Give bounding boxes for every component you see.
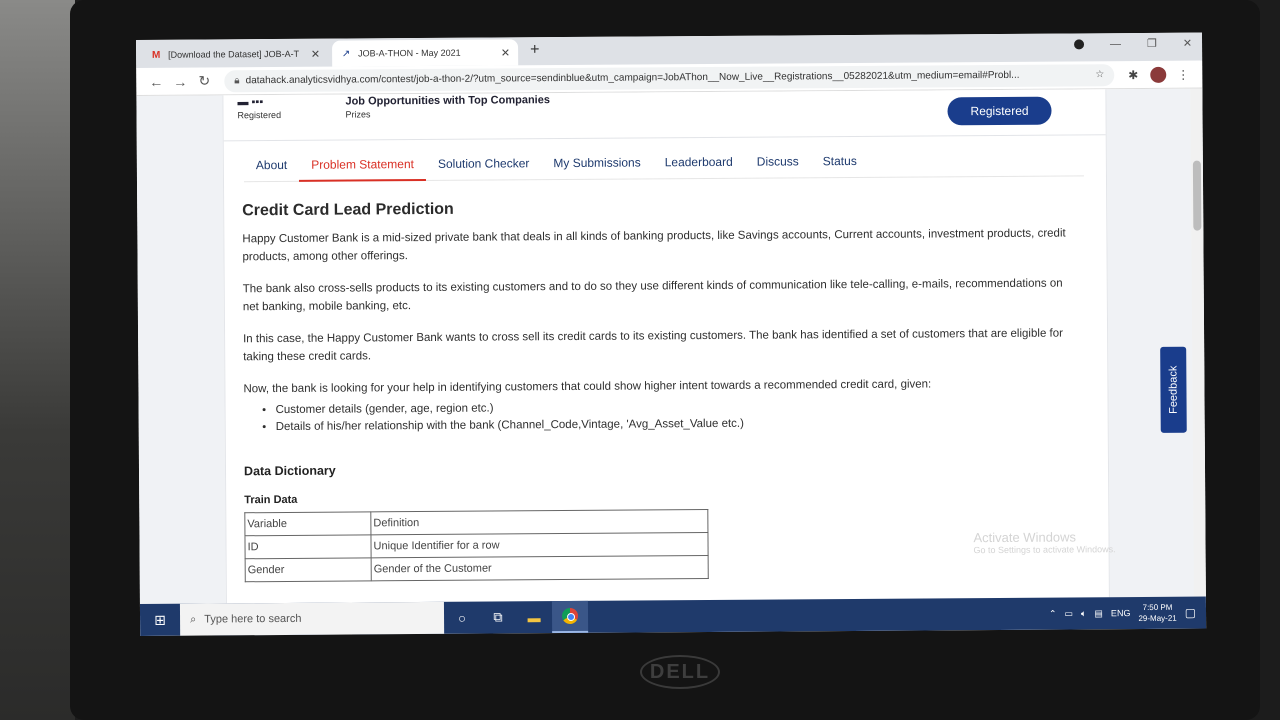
watermark-line2: Go to Settings to activate Windows. <box>973 544 1116 556</box>
browser-tab-gmail[interactable]: M [Download the Dataset] JOB-A-T ✕ <box>142 41 328 68</box>
requirements-list: Customer details (gender, age, region et… <box>276 396 1074 436</box>
bookmark-star-icon[interactable]: ☆ <box>1095 69 1104 80</box>
show-hidden-icons-icon[interactable]: ⌃ <box>1049 608 1057 619</box>
reload-icon[interactable]: ↻ <box>192 72 216 89</box>
table-row: ID Unique Identifier for a row <box>244 532 709 559</box>
stat-prizes-label: Prizes <box>345 109 371 120</box>
stat-registered-label: Registered <box>237 109 282 121</box>
table-cell: Gender of the Customer <box>371 555 709 581</box>
tab-problem-statement[interactable]: Problem Statement <box>299 150 427 182</box>
gmail-icon: M <box>151 49 161 61</box>
watermark-line1: Activate Windows <box>973 529 1077 546</box>
lock-icon: 🔒︎ <box>234 75 240 87</box>
battery-icon[interactable]: ▭ <box>1064 608 1073 619</box>
registered-button[interactable]: Registered <box>947 96 1052 126</box>
paragraph-case: In this case, the Happy Customer Bank wa… <box>243 327 1063 364</box>
network-icon[interactable]: ▤ <box>1094 608 1103 619</box>
record-icon[interactable] <box>1073 38 1084 49</box>
search-icon: ⌕ <box>190 613 197 626</box>
taskbar-search-placeholder: Type here to search <box>204 612 302 626</box>
chrome-taskbar-button[interactable] <box>551 600 589 634</box>
table-cell: ID <box>244 534 372 559</box>
contest-nav-tabs: About Problem Statement Solution Checker… <box>243 146 1084 183</box>
page-title: Credit Card Lead Prediction <box>242 200 454 220</box>
contest-card: ▬ ▪▪▪ Registered Job Opportunities with … <box>222 88 1110 604</box>
tab-my-submissions[interactable]: My Submissions <box>541 149 653 180</box>
back-icon[interactable]: ← <box>144 73 168 89</box>
activate-windows-watermark: Activate Windows Go to Settings to activ… <box>973 529 1115 555</box>
stat-prizes: Job Opportunities with Top Companies Pri… <box>345 94 550 119</box>
stat-registered: ▬ ▪▪▪ Registered <box>237 96 281 120</box>
close-tab-icon[interactable]: ✕ <box>311 47 320 60</box>
notification-icon[interactable]: ▢ <box>1185 606 1196 620</box>
stat-registered-value: ▬ ▪▪▪ <box>237 96 264 109</box>
restore-icon[interactable]: ❐ <box>1147 37 1157 50</box>
dell-logo: DELL <box>640 655 720 689</box>
browser-tab-title: [Download the Dataset] JOB-A-T <box>168 48 300 60</box>
contest-stats: ▬ ▪▪▪ Registered Job Opportunities with … <box>237 90 1097 136</box>
browser-tab-jobathon[interactable]: ↗ JOB-A-THON - May 2021 ✕ <box>332 39 519 67</box>
tab-leaderboard[interactable]: Leaderboard <box>653 149 745 180</box>
windows-start-icon[interactable]: ⊞ <box>140 604 180 636</box>
feedback-label: Feedback <box>1167 365 1180 414</box>
minimize-icon[interactable]: — <box>1110 38 1121 50</box>
forward-icon[interactable]: → <box>168 73 192 89</box>
clock-date: 29-May-21 <box>1138 613 1177 624</box>
data-dictionary-table: Variable Definition ID Unique Identifier… <box>244 509 709 582</box>
paragraph-intro: Happy Customer Bank is a mid-sized priva… <box>242 227 1066 264</box>
problem-statement-content: Credit Card Lead Prediction Happy Custom… <box>242 196 1075 582</box>
table-cell: Gender <box>245 557 372 582</box>
address-bar[interactable]: 🔒︎ datahack.analyticsvidhya.com/contest/… <box>224 63 1115 92</box>
profile-avatar[interactable] <box>1150 66 1167 83</box>
volume-icon[interactable]: 🔈︎ <box>1081 608 1086 619</box>
stat-prizes-value: Job Opportunities with Top Companies <box>345 94 550 108</box>
data-dictionary-heading: Data Dictionary <box>243 463 336 479</box>
clock-time: 7:50 PM <box>1142 602 1173 612</box>
feedback-button[interactable]: Feedback <box>1160 346 1187 433</box>
tab-status[interactable]: Status <box>811 148 869 178</box>
table-cell: Definition <box>370 509 708 535</box>
close-window-icon[interactable]: ✕ <box>1183 37 1192 50</box>
scrollbar-thumb[interactable] <box>1192 160 1202 231</box>
tab-solution-checker[interactable]: Solution Checker <box>426 150 542 181</box>
laptop-screen: M [Download the Dataset] JOB-A-T ✕ ↗ JOB… <box>136 32 1207 636</box>
cortana-icon[interactable]: ○ <box>444 602 480 634</box>
tab-discuss[interactable]: Discuss <box>745 148 811 178</box>
menu-kebab-icon[interactable]: ⋮ <box>1172 67 1194 81</box>
file-explorer-icon[interactable]: ▬ <box>516 601 552 633</box>
new-tab-icon[interactable]: + <box>530 41 539 59</box>
task-view-icon[interactable]: ⧉ <box>480 601 516 633</box>
tab-about[interactable]: About <box>244 152 300 182</box>
extensions-icon[interactable]: ✱ <box>1122 67 1144 82</box>
paragraph-task: Now, the bank is looking for your help i… <box>243 378 932 396</box>
system-tray: ⌃ ▭ 🔈︎ ▤ ENG 7:50 PM 29-May-21 ▢ <box>1049 602 1206 625</box>
chrome-icon <box>561 607 579 625</box>
paragraph-cross-sell: The bank also cross-sells products to it… <box>242 277 1063 314</box>
close-tab-icon[interactable]: ✕ <box>501 46 510 59</box>
desk-background <box>0 0 75 720</box>
table-cell: Unique Identifier for a row <box>370 532 709 558</box>
table-cell: Variable <box>244 511 371 536</box>
train-data-heading: Train Data <box>244 493 298 507</box>
clock[interactable]: 7:50 PM 29-May-21 <box>1138 602 1176 624</box>
url-text: datahack.analyticsvidhya.com/contest/job… <box>245 69 1020 87</box>
browser-tab-title: JOB-A-THON - May 2021 <box>358 47 461 59</box>
analytics-vidhya-icon: ↗ <box>341 48 351 60</box>
language-indicator[interactable]: ENG <box>1111 608 1131 618</box>
table-row: Variable Definition <box>244 509 708 536</box>
table-row: Gender Gender of the Customer <box>245 555 709 582</box>
window-controls: — ❐ ✕ <box>1073 37 1192 51</box>
taskbar-search[interactable]: ⌕ Type here to search <box>179 601 445 636</box>
page-viewport: ▬ ▪▪▪ Registered Job Opportunities with … <box>136 88 1206 604</box>
